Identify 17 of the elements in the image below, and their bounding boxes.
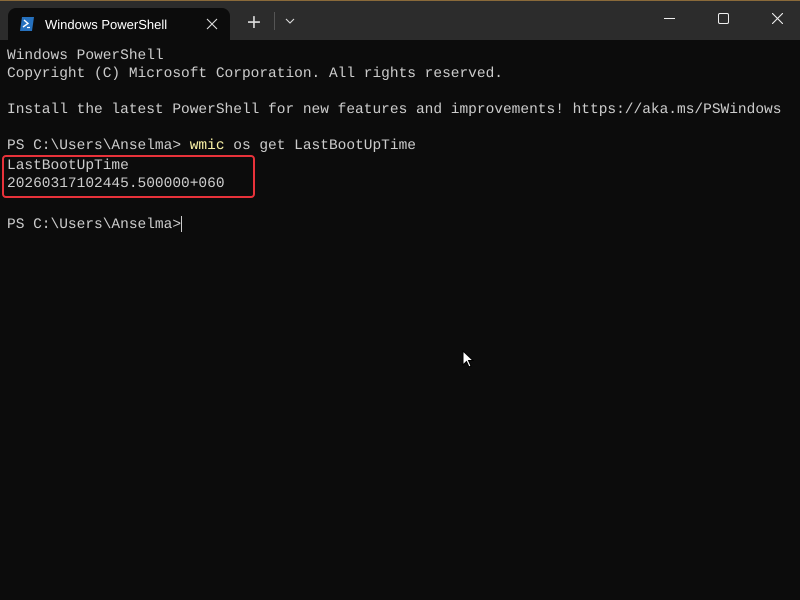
dropdown-icon[interactable] — [285, 18, 295, 24]
close-tab-icon[interactable] — [206, 18, 218, 30]
tab-title: Windows PowerShell — [45, 16, 168, 32]
console-line: LastBootUpTime — [7, 158, 129, 174]
tab[interactable]: Windows PowerShell — [8, 8, 230, 40]
maximize-icon[interactable] — [718, 13, 729, 24]
close-icon[interactable] — [772, 13, 783, 24]
command-line: PS C:\Users\Anselma> wmic os get LastBootUpTime — [7, 138, 416, 154]
text-cursor — [181, 216, 182, 232]
new-tab-button[interactable]: + — [240, 8, 268, 36]
mouse-pointer-icon — [462, 350, 474, 368]
console-line: Copyright (C) Microsoft Corporation. All rights reserved. — [7, 66, 503, 82]
powershell-icon — [19, 16, 35, 32]
console-line: Windows PowerShell — [7, 48, 164, 64]
console-line: 20260317102445.500000+060 — [7, 176, 225, 192]
prompt-text: PS C:\Users\Anselma> — [7, 217, 182, 233]
console-line: Install the latest PowerShell for new features and improvements! https://aka.ms/PSWindows — [7, 102, 782, 118]
